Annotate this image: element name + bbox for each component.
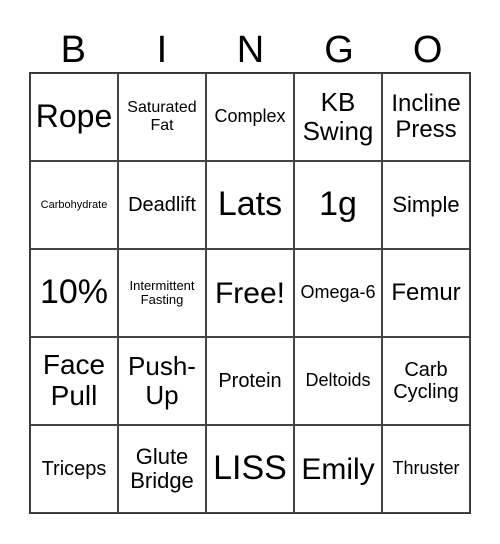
bingo-cell[interactable]: Intermittent Fasting — [118, 249, 206, 337]
header-letter-n: N — [236, 29, 265, 71]
header-letter-b: B — [60, 29, 86, 71]
bingo-cell[interactable]: Face Pull — [30, 337, 118, 425]
bingo-header: B I N G O — [29, 26, 472, 74]
bingo-cell[interactable]: Simple — [382, 161, 470, 249]
bingo-cell[interactable]: Saturated Fat — [118, 73, 206, 161]
bingo-cell[interactable]: Free! — [206, 249, 294, 337]
bingo-grid: Rope Saturated Fat Complex KB Swing Incline … — [29, 72, 471, 514]
bingo-cell[interactable]: Thruster — [382, 425, 470, 513]
bingo-cell[interactable]: 1g — [294, 161, 382, 249]
bingo-cell[interactable]: LISS — [206, 425, 294, 513]
bingo-cell[interactable]: Omega-6 — [294, 249, 382, 337]
bingo-cell[interactable]: Deltoids — [294, 337, 382, 425]
bingo-cell[interactable]: 10% — [30, 249, 118, 337]
bingo-cell[interactable]: Glute Bridge — [118, 425, 206, 513]
bingo-cell[interactable]: Femur — [382, 249, 470, 337]
header-letter-g: G — [324, 29, 354, 71]
bingo-cell[interactable]: Protein — [206, 337, 294, 425]
bingo-cell[interactable]: Push-Up — [118, 337, 206, 425]
bingo-cell[interactable]: Carbohydrate — [30, 161, 118, 249]
bingo-cell[interactable]: Lats — [206, 161, 294, 249]
bingo-cell[interactable]: Rope — [30, 73, 118, 161]
header-letter-o: O — [412, 29, 443, 71]
header-letter-i: I — [156, 29, 168, 71]
bingo-cell[interactable]: Complex — [206, 73, 294, 161]
bingo-cell[interactable]: Emily — [294, 425, 382, 513]
bingo-cell[interactable]: Triceps — [30, 425, 118, 513]
bingo-cell[interactable]: Incline Press — [382, 73, 470, 161]
bingo-cell[interactable]: KB Swing — [294, 73, 382, 161]
bingo-cell[interactable]: Carb Cycling — [382, 337, 470, 425]
bingo-cell[interactable]: Deadlift — [118, 161, 206, 249]
